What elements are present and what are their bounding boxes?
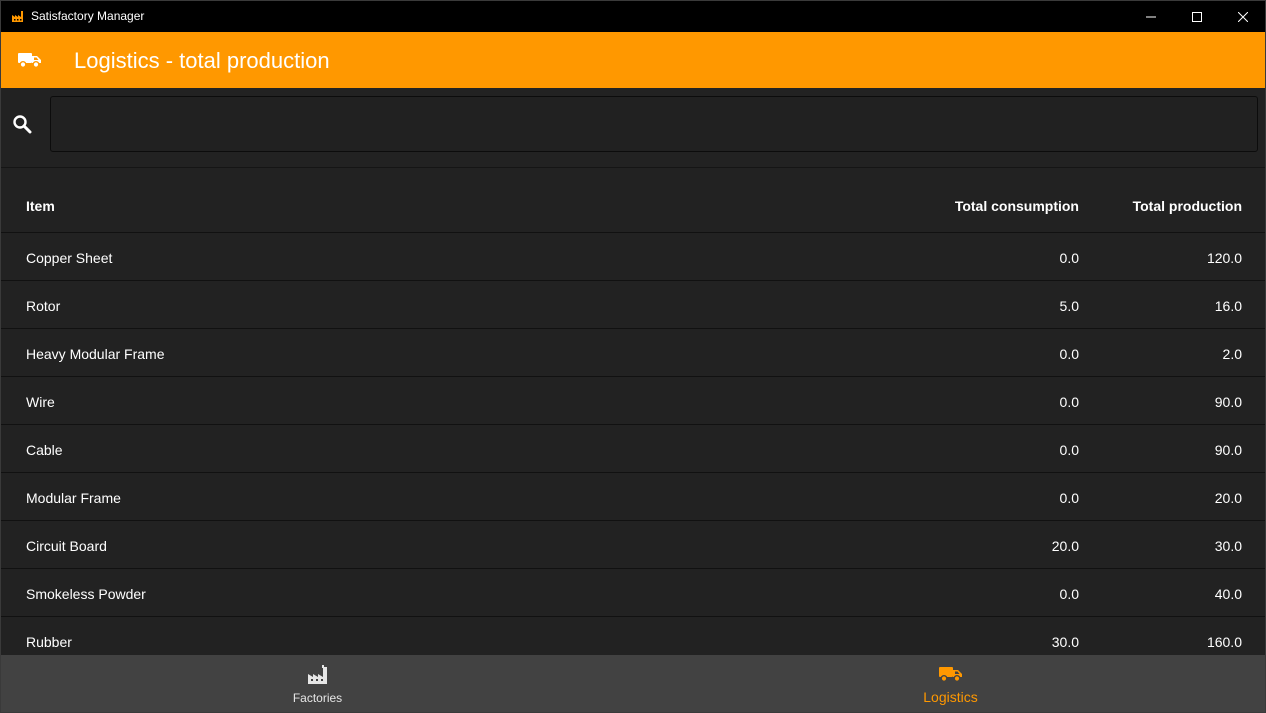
item-name: Smokeless Powder [26,586,146,602]
maximize-icon [1192,11,1202,22]
page-title: Logistics - total production [74,48,330,73]
total-consumption: 20.0 [1051,538,1079,554]
item-name: Modular Frame [26,490,121,506]
total-consumption: 0.0 [1059,442,1079,458]
item-name: Circuit Board [26,538,107,554]
column-header-production[interactable]: Total production [1133,198,1242,214]
total-production: 40.0 [1214,586,1242,602]
total-consumption: 0.0 [1059,586,1079,602]
table-row[interactable]: Wire 0.0 90.0 [1,377,1265,425]
total-production: 120.0 [1206,250,1242,266]
window-title: Satisfactory Manager [31,9,145,23]
total-production: 160.0 [1206,634,1242,650]
bottom-navigation: Factories Logistics [1,655,1265,712]
total-production: 20.0 [1214,490,1242,506]
total-consumption: 30.0 [1051,634,1079,650]
total-consumption: 0.0 [1059,394,1079,410]
close-icon [1238,11,1248,22]
search-bar [1,88,1265,168]
minimize-button[interactable] [1128,1,1174,32]
truck-icon [938,665,963,688]
total-production: 30.0 [1214,538,1242,554]
item-name: Cable [26,442,63,458]
table-row[interactable]: Cable 0.0 90.0 [1,425,1265,473]
minimize-icon [1146,12,1156,22]
total-production: 2.0 [1222,346,1242,362]
search-icon[interactable] [12,114,32,139]
title-bar[interactable]: Satisfactory Manager [1,1,1265,32]
total-production: 16.0 [1214,298,1242,314]
total-production: 90.0 [1214,394,1242,410]
item-name: Copper Sheet [26,250,113,266]
item-name: Heavy Modular Frame [26,346,165,362]
tab-factories[interactable]: Factories [1,655,634,712]
maximize-button[interactable] [1174,1,1220,32]
app-window: Satisfactory Manager Logistics - total p… [0,0,1266,713]
column-header-consumption[interactable]: Total consumption [955,198,1079,214]
table-row[interactable]: Rubber 30.0 160.0 [1,617,1265,655]
total-production: 90.0 [1214,442,1242,458]
total-consumption: 5.0 [1059,298,1079,314]
table-row[interactable]: Smokeless Powder 0.0 40.0 [1,569,1265,617]
total-consumption: 0.0 [1059,250,1079,266]
app-bar: Logistics - total production [1,32,1265,88]
item-name: Rotor [26,298,61,314]
table-header: Item Total consumption Total production [1,168,1265,233]
tab-factories-label: Factories [292,691,343,705]
tab-logistics[interactable]: Logistics [634,655,1265,712]
table-row[interactable]: Modular Frame 0.0 20.0 [1,473,1265,521]
total-consumption: 0.0 [1059,490,1079,506]
production-table: Item Total consumption Total production … [1,168,1265,655]
table-row[interactable]: Heavy Modular Frame 0.0 2.0 [1,329,1265,377]
item-name: Wire [26,394,55,410]
truck-icon [18,51,42,74]
table-row[interactable]: Copper Sheet 0.0 120.0 [1,233,1265,281]
factory-icon [307,665,329,690]
search-input[interactable] [50,96,1258,152]
column-header-item[interactable]: Item [26,198,55,214]
table-row[interactable]: Circuit Board 20.0 30.0 [1,521,1265,569]
table-row[interactable]: Rotor 5.0 16.0 [1,281,1265,329]
total-consumption: 0.0 [1059,346,1079,362]
tab-logistics-label: Logistics [923,689,978,705]
item-name: Rubber [26,634,72,650]
factory-icon [11,9,25,23]
close-button[interactable] [1220,1,1265,32]
